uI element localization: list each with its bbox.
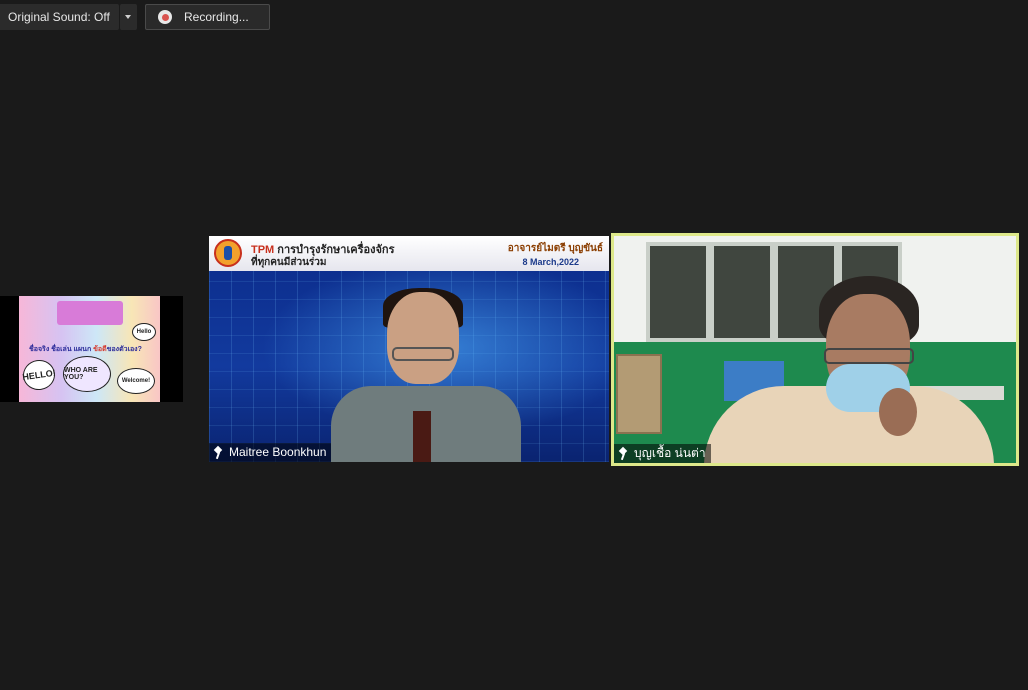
window	[646, 242, 710, 342]
participant-name: บุญเชื้อ น่นต่า	[634, 446, 706, 460]
participant-video-glasses	[392, 347, 454, 361]
thumbnail-question: ชื่อจริง ชื่อเล่น แผนก ข้อดีของตัวเอง?	[29, 346, 142, 353]
record-dot-icon	[158, 10, 172, 24]
video-tile-active-speaker[interactable]: บุญเชื้อ น่นต่า	[611, 233, 1019, 466]
bubble-welcome: Welcome!	[117, 368, 155, 394]
participant-video-face	[387, 292, 459, 384]
pin-icon	[618, 448, 628, 460]
participant-video-hand	[879, 388, 917, 436]
slide-header: TPM การบำรุงรักษาเครื่องจักร ที่ทุกคนมีส…	[209, 236, 609, 271]
thumbnail-banner	[57, 301, 123, 325]
recording-indicator[interactable]: Recording...	[145, 4, 270, 30]
participant-name-tag: Maitree Boonkhun	[209, 443, 332, 462]
slide-teacher: อาจารย์ไมตรี บุญขันธ์	[507, 243, 603, 254]
participant-name: Maitree Boonkhun	[229, 445, 327, 459]
participant-video-glasses	[824, 348, 914, 364]
window	[710, 242, 774, 342]
participant-name-tag: บุญเชื้อ น่นต่า	[614, 444, 711, 463]
original-sound-button[interactable]: Original Sound: Off	[0, 4, 119, 30]
participant-video-tie	[413, 411, 431, 462]
bubble-who-are-you: WHO ARE YOU?	[63, 356, 111, 392]
tpm-logo-icon	[214, 239, 242, 267]
participant-thumbnail[interactable]: Hello ชื่อจริง ชื่อเล่น แผนก ข้อดีของตัว…	[0, 296, 183, 402]
thumbnail-image: Hello ชื่อจริง ชื่อเล่น แผนก ข้อดีของตัว…	[19, 296, 160, 402]
dropdown-caret-icon	[125, 15, 131, 19]
bubble-hello-right: Hello	[132, 323, 156, 341]
bubble-hello-left: HELLO!	[21, 357, 57, 393]
pin-icon	[213, 447, 223, 459]
slide-date: 8 March,2022	[522, 257, 579, 267]
recording-label: Recording...	[184, 10, 249, 24]
original-sound-label: Original Sound: Off	[8, 10, 110, 24]
original-sound-dropdown[interactable]	[120, 4, 137, 30]
slide-title-line2: ที่ทุกคนมีส่วนร่วม	[251, 257, 327, 268]
video-tile-maitree[interactable]: TPM การบำรุงรักษาเครื่องจักร ที่ทุกคนมีส…	[209, 236, 609, 462]
shelf	[616, 354, 662, 434]
